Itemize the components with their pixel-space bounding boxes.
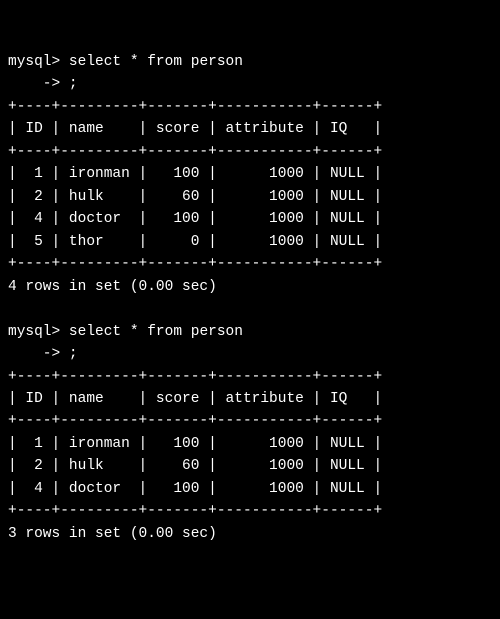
table-2-separator-top: +----+---------+-------+-----------+----… [8,369,382,385]
table-1-separator-top: +----+---------+-------+-----------+----… [8,99,382,115]
table-1-row-1: | 1 | ironman | 100 | 1000 | NULL | [8,166,382,182]
table-1-row-3: | 4 | doctor | 100 | 1000 | NULL | [8,211,382,227]
table-1-footer: 4 rows in set (0.00 sec) [8,279,217,295]
table-2-footer: 3 rows in set (0.00 sec) [8,526,217,542]
table-1-header: | ID | name | score | attribute | IQ | [8,121,382,137]
sql-query-2-line-2: ; [60,346,77,362]
table-2-separator-bottom: +----+---------+-------+-----------+----… [8,503,382,519]
continuation-prompt: -> [8,346,60,362]
mysql-prompt: mysql> [8,324,60,340]
table-2-header: | ID | name | score | attribute | IQ | [8,391,382,407]
continuation-prompt: -> [8,76,60,92]
table-2-row-3: | 4 | doctor | 100 | 1000 | NULL | [8,481,382,497]
table-2-row-2: | 2 | hulk | 60 | 1000 | NULL | [8,458,382,474]
table-1-row-4: | 5 | thor | 0 | 1000 | NULL | [8,234,382,250]
table-1-separator-mid: +----+---------+-------+-----------+----… [8,144,382,160]
table-2-separator-mid: +----+---------+-------+-----------+----… [8,413,382,429]
table-1-row-2: | 2 | hulk | 60 | 1000 | NULL | [8,189,382,205]
sql-query-1-line-1: select * from person [60,54,243,70]
mysql-prompt: mysql> [8,54,60,70]
sql-query-1-line-2: ; [60,76,77,92]
sql-query-2-line-1: select * from person [60,324,243,340]
table-1-separator-bottom: +----+---------+-------+-----------+----… [8,256,382,272]
table-2-row-1: | 1 | ironman | 100 | 1000 | NULL | [8,436,382,452]
terminal-output: mysql> select * from person -> ; +----+-… [8,51,492,545]
